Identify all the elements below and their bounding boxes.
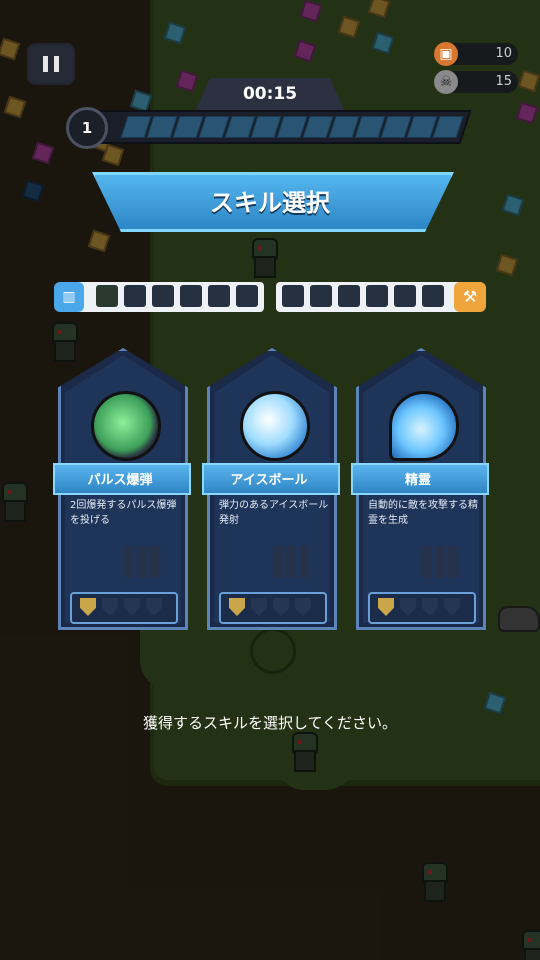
banner-title: スキル選択 xyxy=(210,189,330,217)
skill-description: 弾力のあるアイスボール発射 xyxy=(219,500,329,526)
level-shield-icon xyxy=(229,598,245,616)
hammer-icon: ⚒ xyxy=(454,282,486,312)
weapon-slot xyxy=(124,285,146,307)
level-shield-icon xyxy=(400,598,416,616)
passive-slot-row xyxy=(276,282,468,312)
card-decoration xyxy=(124,546,168,580)
skill-name: 精霊 xyxy=(404,473,431,488)
level-badge: 1 xyxy=(66,107,108,149)
weapon-slot xyxy=(96,285,118,307)
level-shield-icon xyxy=(444,598,460,616)
level-shield-icon xyxy=(422,598,438,616)
coin-count: 10 xyxy=(495,46,512,61)
passive-slot xyxy=(282,285,304,307)
level-shield-icon xyxy=(124,598,140,616)
pause-icon-bar xyxy=(54,56,59,72)
level-shield-icon xyxy=(273,598,289,616)
ammo-icon: ▥ xyxy=(54,282,84,312)
xp-bar xyxy=(86,110,472,144)
level-shield-icon xyxy=(102,598,118,616)
skill-description: 2回爆発するパルス爆弾を投げる xyxy=(70,500,177,526)
pause-icon xyxy=(43,56,48,72)
xp-segment xyxy=(432,116,464,138)
passive-slot xyxy=(310,285,332,307)
select-prompt: 獲得するスキルを選択してください。 xyxy=(142,714,398,732)
skill-level-meter xyxy=(70,592,178,624)
skill-name: アイスボール xyxy=(230,473,308,488)
weapon-slot xyxy=(236,285,258,307)
skill-level-meter xyxy=(368,592,476,624)
pulse-bomb-icon xyxy=(91,391,161,461)
passive-slot xyxy=(366,285,388,307)
weapon-slot xyxy=(152,285,174,307)
coin-counter: ▣ 10 xyxy=(434,42,518,66)
level-shield-icon xyxy=(251,598,267,616)
timer-text: 00:15 xyxy=(242,84,298,104)
pause-button[interactable] xyxy=(27,43,75,85)
skull-icon: ☠ xyxy=(434,70,458,94)
skill-name: パルス爆弾 xyxy=(87,473,153,488)
level-shield-icon xyxy=(378,598,394,616)
coin-icon: ▣ xyxy=(434,42,458,66)
passive-slot xyxy=(338,285,360,307)
level-shield-icon xyxy=(295,598,311,616)
kill-count: 15 xyxy=(495,74,512,89)
skill-level-meter xyxy=(219,592,327,624)
skill-description: 自動的に敵を攻撃する精霊を生成 xyxy=(368,500,478,526)
ice-ball-icon xyxy=(240,391,310,461)
level-shield-icon xyxy=(80,598,96,616)
weapon-slot xyxy=(180,285,202,307)
level-shield-icon xyxy=(146,598,162,616)
passive-slot xyxy=(422,285,444,307)
card-decoration xyxy=(422,546,466,580)
passive-slot xyxy=(394,285,416,307)
weapon-slot-row xyxy=(72,282,264,312)
card-decoration xyxy=(273,546,317,580)
weapon-slot xyxy=(208,285,230,307)
spirit-icon xyxy=(389,391,459,461)
kill-counter: ☠ 15 xyxy=(434,70,518,94)
